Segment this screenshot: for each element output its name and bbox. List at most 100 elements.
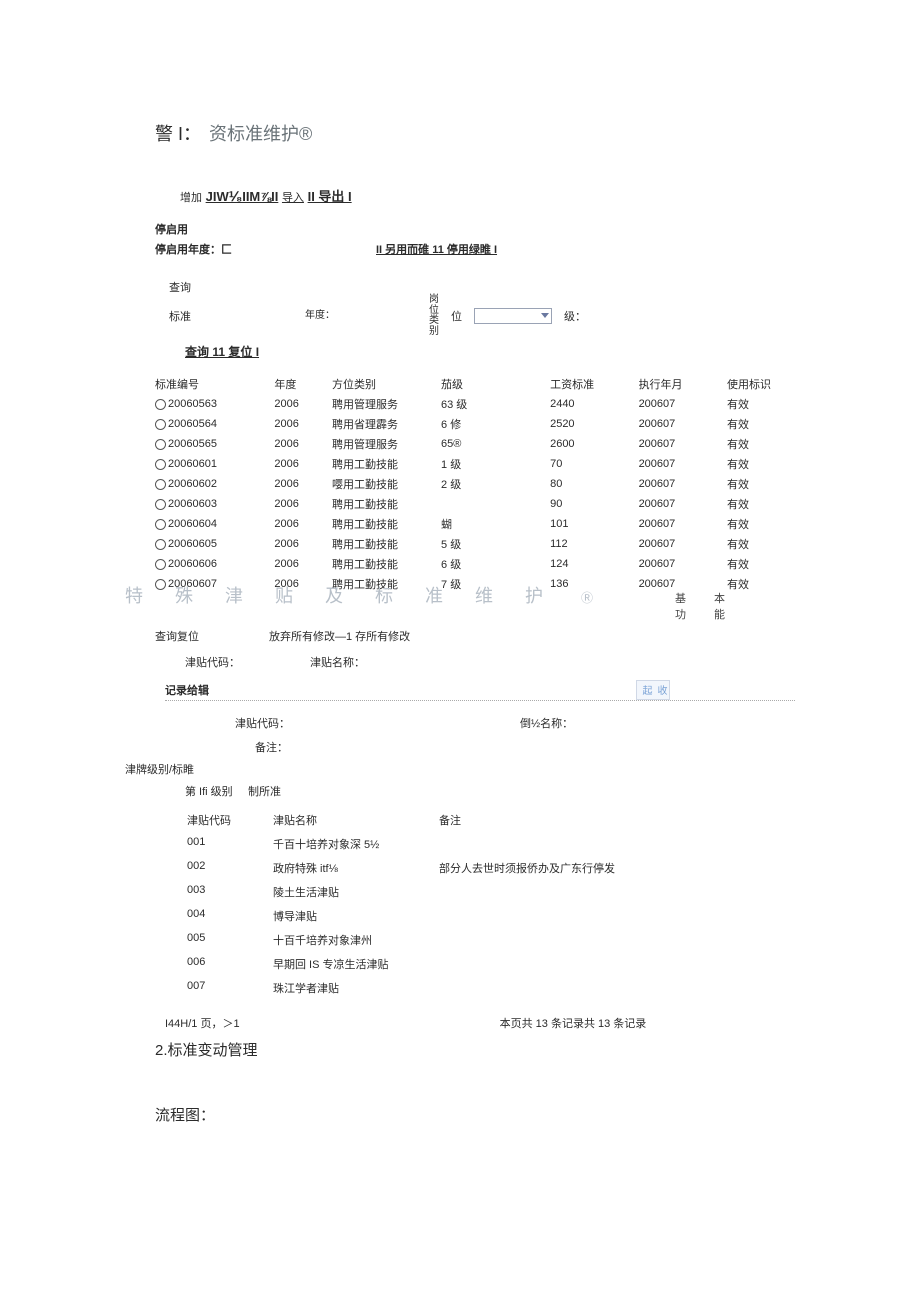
cell: 005: [187, 929, 271, 951]
table-row[interactable]: 001千百十培养对象深 5½: [187, 833, 629, 855]
cell: 5 级: [441, 534, 550, 554]
enable-buttons[interactable]: II 另用而碓 11 停用绿睢 I: [376, 241, 497, 257]
cell: 200607: [639, 494, 727, 514]
query-buttons[interactable]: 查询 11 复位 I: [185, 343, 790, 360]
cell: 聘用工勤技能: [332, 554, 441, 574]
cell: 蝴: [441, 514, 550, 534]
cell: 80: [550, 474, 638, 494]
cell: 2006: [274, 454, 332, 474]
pager: I44H/1 页，＞1: [165, 1015, 240, 1031]
table-row[interactable]: 200606042006聘用工勤技能蝴101200607有效: [155, 514, 795, 534]
cell: 20060604: [155, 514, 274, 534]
title-prefix: 警 I：: [155, 120, 201, 146]
cell: 博导津贴: [273, 905, 437, 927]
cell: 6 级: [441, 554, 550, 574]
record-edit-header: 记录给辑: [165, 685, 209, 697]
t2h-name: 津贴名称: [273, 809, 437, 831]
toolbar-mid[interactable]: JIW⅟₈IIM⅞II: [206, 189, 279, 204]
cell: 007: [187, 977, 271, 999]
cell: 2440: [550, 394, 638, 414]
cell: [439, 929, 629, 951]
table-row[interactable]: 200605652006聘用管理服务65®2600200607有效: [155, 434, 795, 454]
cell: 有效: [727, 494, 795, 514]
heading-2: 2.标准变动管理: [155, 1039, 790, 1060]
cell: 63 级: [441, 394, 550, 414]
collapse-tab[interactable]: 收起: [636, 680, 670, 700]
level-header: 津牌级别/标睢: [125, 761, 790, 777]
cell: 聘用管理服务: [332, 434, 441, 454]
cell: 有效: [727, 394, 795, 414]
inner-name-label: 倒½名称：: [520, 715, 573, 731]
record-count: 本页共 13 条记录共 13 条记录: [500, 1015, 647, 1031]
cell: 聘用工勤技能: [332, 514, 441, 534]
cell: 2006: [274, 534, 332, 554]
cell: 有效: [727, 514, 795, 534]
cell: 200607: [639, 514, 727, 534]
th-date: 执行年月: [639, 374, 727, 394]
cell: 20060601: [155, 454, 274, 474]
table-row[interactable]: 005十百千培养对象津州: [187, 929, 629, 951]
table-row[interactable]: 002政府特殊 itf⅛部分人去世时须报侨办及广东行停发: [187, 857, 629, 879]
cell: 2 级: [441, 474, 550, 494]
flow-label: 流程图：: [155, 1104, 790, 1125]
post-dropdown[interactable]: [474, 308, 552, 324]
cell: 65®: [441, 434, 550, 454]
export-label[interactable]: II 导出 I: [308, 189, 352, 204]
cell: 112: [550, 534, 638, 554]
cell: 124: [550, 554, 638, 574]
table-row[interactable]: 200606032006聘用工勤技能90200607有效: [155, 494, 795, 514]
cell: 20060605: [155, 534, 274, 554]
cell: 20060606: [155, 554, 274, 574]
th-flag: 使用标识: [727, 374, 795, 394]
cell: 001: [187, 833, 271, 855]
modify-ops[interactable]: 放弃所有修改—1 存所有修改: [269, 628, 410, 644]
allowance-table: 津贴代码 津贴名称 备注 001千百十培养对象深 5½002政府特殊 itf⅛部…: [185, 807, 631, 1001]
table-row[interactable]: 003陵土生活津贴: [187, 881, 629, 903]
table-row[interactable]: 200606052006聘用工勤技能5 级112200607有效: [155, 534, 795, 554]
cell: 006: [187, 953, 271, 975]
table-row[interactable]: 006早期回 IS 专凉生活津贴: [187, 953, 629, 975]
import-label[interactable]: 导入: [282, 192, 304, 204]
table-row[interactable]: 200606062006聘用工勤技能6 级124200607有效: [155, 554, 795, 574]
cell: [439, 833, 629, 855]
toolbar: 增加 JIW⅟₈IIM⅞II 导入 II 导出 I: [180, 186, 790, 205]
cell: 早期回 IS 专凉生活津贴: [273, 953, 437, 975]
cell: 20060603: [155, 494, 274, 514]
enable-year-label: 停启用年度：匚: [155, 241, 232, 257]
cell: 003: [187, 881, 271, 903]
table-row[interactable]: 200605632006聘用管理服务63 级2440200607有效: [155, 394, 795, 414]
cell: 2006: [274, 414, 332, 434]
cell: 2006: [274, 394, 332, 414]
cell: 部分人去世时须报侨办及广东行停发: [439, 857, 629, 879]
page-title: 资标准维护®: [209, 120, 312, 146]
cell: 嘤用工勤技能: [332, 474, 441, 494]
level-b: 制所准: [248, 786, 281, 798]
add-label[interactable]: 增加: [180, 192, 202, 204]
cell: 有效: [727, 534, 795, 554]
table-row[interactable]: 200606012006聘用工勤技能1 级70200607有效: [155, 454, 795, 474]
cell: 聘用工勤技能: [332, 494, 441, 514]
table-row[interactable]: 004博导津贴: [187, 905, 629, 927]
cell: 聘用省理霹务: [332, 414, 441, 434]
cell: 有效: [727, 474, 795, 494]
note-label: 备注：: [255, 739, 790, 755]
level-label: 级：: [564, 308, 586, 324]
table-row[interactable]: 200606022006嘤用工勤技能2 级80200607有效: [155, 474, 795, 494]
cell: [441, 494, 550, 514]
cell: 004: [187, 905, 271, 927]
cell: 陵土生活津贴: [273, 881, 437, 903]
query-reset[interactable]: 查询复位: [155, 628, 199, 644]
std-label: 标准: [169, 308, 191, 324]
cell: 70: [550, 454, 638, 474]
table-row[interactable]: 200605642006聘用省理霹务6 修2520200607有效: [155, 414, 795, 434]
cell: 200607: [639, 434, 727, 454]
cell: 200607: [639, 554, 727, 574]
cell: 2520: [550, 414, 638, 434]
query-label: 查询: [169, 279, 790, 295]
cell: 聘用管理服务: [332, 394, 441, 414]
cell: 20060563: [155, 394, 274, 414]
cell: 有效: [727, 454, 795, 474]
cell: 200607: [639, 534, 727, 554]
table-row[interactable]: 007珠江学者津贴: [187, 977, 629, 999]
inner-code-label: 津贴代码：: [235, 715, 290, 731]
